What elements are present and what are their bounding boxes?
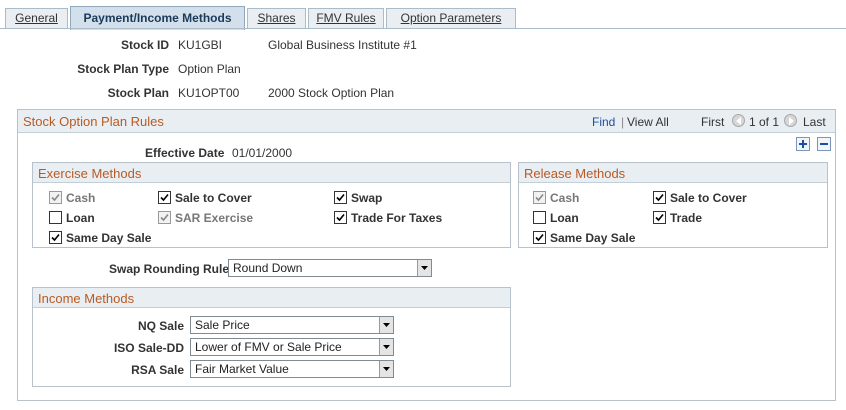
exercise-methods-box: Exercise Methods Cash Sale to Cover Swap… bbox=[32, 162, 511, 248]
stock-plan-value: KU1OPT00 bbox=[178, 86, 240, 100]
checkmark-icon bbox=[51, 233, 60, 242]
release-trade-label: Trade bbox=[670, 211, 703, 225]
release-trade-checkbox[interactable] bbox=[653, 211, 666, 224]
dropdown-arrow-icon bbox=[379, 339, 393, 355]
release-same-day-sale-checkbox[interactable] bbox=[533, 231, 546, 244]
nq-sale-label: NQ Sale bbox=[137, 319, 184, 333]
first-label: First bbox=[701, 115, 725, 129]
first-arrow-icon[interactable] bbox=[732, 114, 745, 127]
page-counter: 1 of 1 bbox=[749, 115, 780, 129]
rules-header: Stock Option Plan Rules Find | View All … bbox=[18, 110, 835, 133]
checkmark-icon bbox=[655, 213, 664, 222]
nq-sale-select[interactable]: Sale Price bbox=[190, 316, 394, 334]
dropdown-arrow-icon bbox=[417, 260, 431, 276]
find-link[interactable]: Find bbox=[592, 115, 615, 129]
release-sale-to-cover-checkbox[interactable] bbox=[653, 191, 666, 204]
tab-divider bbox=[0, 28, 846, 29]
stock-id-value: KU1GBI bbox=[178, 38, 223, 52]
checkmark-icon bbox=[336, 193, 345, 202]
effective-date-label: Effective Date bbox=[145, 146, 225, 160]
nq-sale-value: Sale Price bbox=[195, 318, 250, 332]
link-separator: | bbox=[621, 115, 625, 129]
release-methods-title: Release Methods bbox=[524, 166, 626, 181]
rules-title: Stock Option Plan Rules bbox=[23, 114, 164, 129]
dropdown-arrow-icon bbox=[379, 317, 393, 333]
release-methods-box: Release Methods Cash Sale to Cover Loan … bbox=[518, 162, 828, 248]
stock-plan-label: Stock Plan bbox=[107, 86, 169, 100]
release-loan-checkbox[interactable] bbox=[533, 211, 546, 224]
delete-row-button[interactable] bbox=[817, 137, 831, 151]
exercise-same-day-sale-label: Same Day Sale bbox=[66, 231, 152, 245]
exercise-trade-for-taxes-label: Trade For Taxes bbox=[351, 211, 443, 225]
tab-payment-income-methods-label: Payment/Income Methods bbox=[83, 11, 232, 25]
exercise-swap-checkbox[interactable] bbox=[334, 191, 347, 204]
exercise-methods-header: Exercise Methods bbox=[33, 163, 510, 183]
stock-plan-description: 2000 Stock Option Plan bbox=[268, 86, 395, 100]
release-methods-header: Release Methods bbox=[519, 163, 827, 183]
swap-rounding-label: Swap Rounding Rule bbox=[109, 262, 229, 276]
delete-row-icon bbox=[820, 143, 828, 145]
release-loan-label: Loan bbox=[550, 211, 579, 225]
exercise-same-day-sale-checkbox[interactable] bbox=[49, 231, 62, 244]
exercise-sar-checkbox[interactable] bbox=[158, 211, 171, 224]
add-row-button[interactable] bbox=[796, 137, 810, 151]
release-cash-checkbox[interactable] bbox=[533, 191, 546, 204]
add-row-icon bbox=[799, 140, 807, 148]
exercise-methods-title: Exercise Methods bbox=[38, 166, 142, 181]
tab-shares[interactable]: Shares bbox=[247, 8, 306, 29]
exercise-swap-label: Swap bbox=[351, 191, 383, 205]
rsa-sale-value: Fair Market Value bbox=[195, 362, 289, 376]
checkmark-icon bbox=[160, 193, 169, 202]
checkmark-icon bbox=[160, 213, 169, 222]
checkmark-icon bbox=[655, 193, 664, 202]
stock-plan-type-value: Option Plan bbox=[178, 62, 241, 76]
exercise-sale-to-cover-checkbox[interactable] bbox=[158, 191, 171, 204]
stock-id-description: Global Business Institute #1 bbox=[268, 38, 417, 52]
checkmark-icon bbox=[336, 213, 345, 222]
rsa-sale-label: RSA Sale bbox=[131, 363, 184, 377]
rsa-sale-select[interactable]: Fair Market Value bbox=[190, 360, 394, 378]
dropdown-arrow-icon bbox=[379, 361, 393, 377]
checkmark-icon bbox=[535, 233, 544, 242]
release-sale-to-cover-label: Sale to Cover bbox=[670, 191, 747, 205]
exercise-trade-for-taxes-checkbox[interactable] bbox=[334, 211, 347, 224]
tab-option-parameters-label: Option Parameters bbox=[400, 11, 502, 25]
view-all-link[interactable]: View All bbox=[627, 115, 669, 129]
income-methods-header: Income Methods bbox=[33, 288, 510, 308]
last-arrow-icon[interactable] bbox=[784, 114, 797, 127]
stock-plan-type-label: Stock Plan Type bbox=[77, 62, 169, 76]
checkmark-icon bbox=[51, 193, 60, 202]
iso-sale-dd-select[interactable]: Lower of FMV or Sale Price bbox=[190, 338, 394, 356]
checkmark-icon bbox=[535, 193, 544, 202]
exercise-loan-checkbox[interactable] bbox=[49, 211, 62, 224]
stock-id-label: Stock ID bbox=[120, 38, 169, 52]
effective-date-value: 01/01/2000 bbox=[232, 146, 293, 160]
iso-sale-dd-label: ISO Sale-DD bbox=[113, 341, 184, 355]
last-label: Last bbox=[803, 115, 826, 129]
income-methods-box: Income Methods NQ Sale Sale Price ISO Sa… bbox=[32, 287, 511, 387]
exercise-sale-to-cover-label: Sale to Cover bbox=[175, 191, 252, 205]
stock-option-plan-rules-box: Stock Option Plan Rules Find | View All … bbox=[17, 109, 836, 401]
tab-fmv-rules[interactable]: FMV Rules bbox=[308, 8, 384, 29]
tab-payment-income-methods[interactable]: Payment/Income Methods bbox=[70, 6, 245, 30]
tab-general[interactable]: General bbox=[5, 8, 68, 29]
exercise-cash-checkbox[interactable] bbox=[49, 191, 62, 204]
tab-fmv-rules-label: FMV Rules bbox=[316, 11, 376, 25]
release-same-day-sale-label: Same Day Sale bbox=[550, 231, 636, 245]
tab-option-parameters[interactable]: Option Parameters bbox=[386, 8, 516, 29]
iso-sale-dd-value: Lower of FMV or Sale Price bbox=[195, 340, 342, 354]
income-methods-title: Income Methods bbox=[38, 291, 135, 306]
exercise-sar-label: SAR Exercise bbox=[175, 211, 254, 225]
tab-shares-label: Shares bbox=[257, 11, 296, 25]
swap-rounding-select[interactable]: Round Down bbox=[228, 259, 432, 277]
tab-general-label: General bbox=[15, 11, 58, 25]
exercise-cash-label: Cash bbox=[66, 191, 96, 205]
exercise-loan-label: Loan bbox=[66, 211, 95, 225]
swap-rounding-value: Round Down bbox=[233, 261, 303, 275]
release-cash-label: Cash bbox=[550, 191, 580, 205]
